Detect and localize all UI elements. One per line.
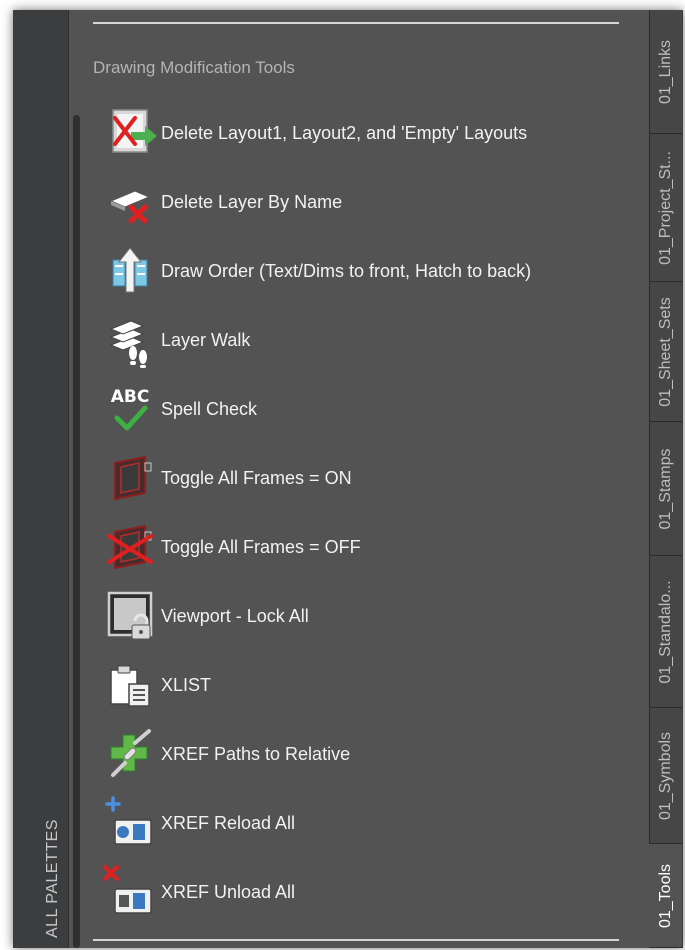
tab-label: 01_Tools bbox=[656, 863, 674, 928]
tab-label: 01_Project_St... bbox=[657, 150, 674, 265]
tool-label: Toggle All Frames = ON bbox=[161, 467, 352, 488]
tool-palette-window: ALL PALETTES Drawing Modification Tools … bbox=[13, 10, 683, 948]
palette-tab-strip: 01_Links 01_Project_St... 01_Sheet_Sets … bbox=[649, 10, 683, 948]
delete-layer-icon bbox=[101, 173, 159, 231]
tool-label: Layer Walk bbox=[161, 329, 251, 350]
separator-top bbox=[93, 22, 619, 24]
palette-content: Drawing Modification Tools Delete Layout… bbox=[69, 10, 649, 948]
tool-label: XREF Paths to Relative bbox=[161, 743, 351, 764]
tab-symbols[interactable]: 01_Symbols bbox=[649, 708, 682, 844]
tool-xref-reload[interactable]: XREF Reload All bbox=[101, 793, 641, 853]
tool-label: Delete Layer By Name bbox=[161, 191, 343, 212]
tab-tools[interactable]: 01_Tools bbox=[649, 844, 682, 948]
tool-xlist[interactable]: XLIST bbox=[101, 655, 641, 715]
tool-toggle-frames-on[interactable]: Toggle All Frames = ON bbox=[101, 448, 641, 508]
draw-order-icon bbox=[101, 242, 159, 300]
layer-walk-icon bbox=[101, 311, 159, 369]
tool-layer-walk[interactable]: Layer Walk bbox=[101, 310, 641, 370]
palette-title-bar[interactable]: ALL PALETTES bbox=[13, 10, 68, 948]
frames-on-icon bbox=[101, 449, 159, 507]
scrollbar[interactable] bbox=[73, 115, 80, 948]
tool-label: XLIST bbox=[161, 674, 212, 695]
tab-label: 01_Sheet_Sets bbox=[657, 296, 674, 407]
xref-relative-icon bbox=[101, 725, 159, 783]
tool-delete-layer[interactable]: Delete Layer By Name bbox=[101, 172, 641, 232]
tool-label: XREF Reload All bbox=[161, 812, 296, 833]
tool-spell-check[interactable]: ABC Spell Check bbox=[101, 379, 641, 439]
tab-label: 01_Standalo... bbox=[657, 579, 674, 684]
tool-label: Viewport - Lock All bbox=[161, 605, 309, 626]
delete-layouts-icon bbox=[101, 104, 159, 162]
tool-label: XREF Unload All bbox=[161, 881, 296, 902]
viewport-lock-icon bbox=[101, 587, 159, 645]
frames-off-icon bbox=[101, 518, 159, 576]
tab-project-st[interactable]: 01_Project_St... bbox=[649, 134, 682, 282]
tool-toggle-frames-off[interactable]: Toggle All Frames = OFF bbox=[101, 517, 641, 577]
tool-label: Delete Layout1, Layout2, and 'Empty' Lay… bbox=[161, 122, 528, 143]
spell-check-icon: ABC bbox=[101, 380, 159, 438]
spell-check-icon-text: ABC bbox=[111, 387, 150, 407]
tab-label: 01_Stamps bbox=[657, 448, 674, 529]
palette-title: ALL PALETTES bbox=[44, 819, 61, 938]
tool-viewport-lock[interactable]: Viewport - Lock All bbox=[101, 586, 641, 646]
tab-label: 01_Links bbox=[657, 39, 674, 104]
tab-stamps[interactable]: 01_Stamps bbox=[649, 422, 682, 556]
xref-unload-icon bbox=[101, 863, 159, 921]
tool-label: Spell Check bbox=[161, 398, 258, 419]
tool-xref-unload[interactable]: XREF Unload All bbox=[101, 862, 641, 922]
tab-sheet-sets[interactable]: 01_Sheet_Sets bbox=[649, 282, 682, 422]
xref-reload-icon bbox=[101, 794, 159, 852]
tool-xref-relative[interactable]: XREF Paths to Relative bbox=[101, 724, 641, 784]
tool-label: Draw Order (Text/Dims to front, Hatch to… bbox=[161, 260, 532, 281]
tool-delete-layouts[interactable]: Delete Layout1, Layout2, and 'Empty' Lay… bbox=[101, 103, 641, 163]
section-header: Drawing Modification Tools bbox=[93, 58, 295, 77]
tab-label: 01_Symbols bbox=[657, 731, 674, 820]
xlist-icon bbox=[101, 656, 159, 714]
tool-label: Toggle All Frames = OFF bbox=[161, 536, 361, 557]
tool-draw-order[interactable]: Draw Order (Text/Dims to front, Hatch to… bbox=[101, 241, 641, 301]
tab-standalone[interactable]: 01_Standalo... bbox=[649, 556, 682, 708]
tab-links[interactable]: 01_Links bbox=[649, 10, 682, 134]
separator-bottom bbox=[93, 939, 619, 941]
